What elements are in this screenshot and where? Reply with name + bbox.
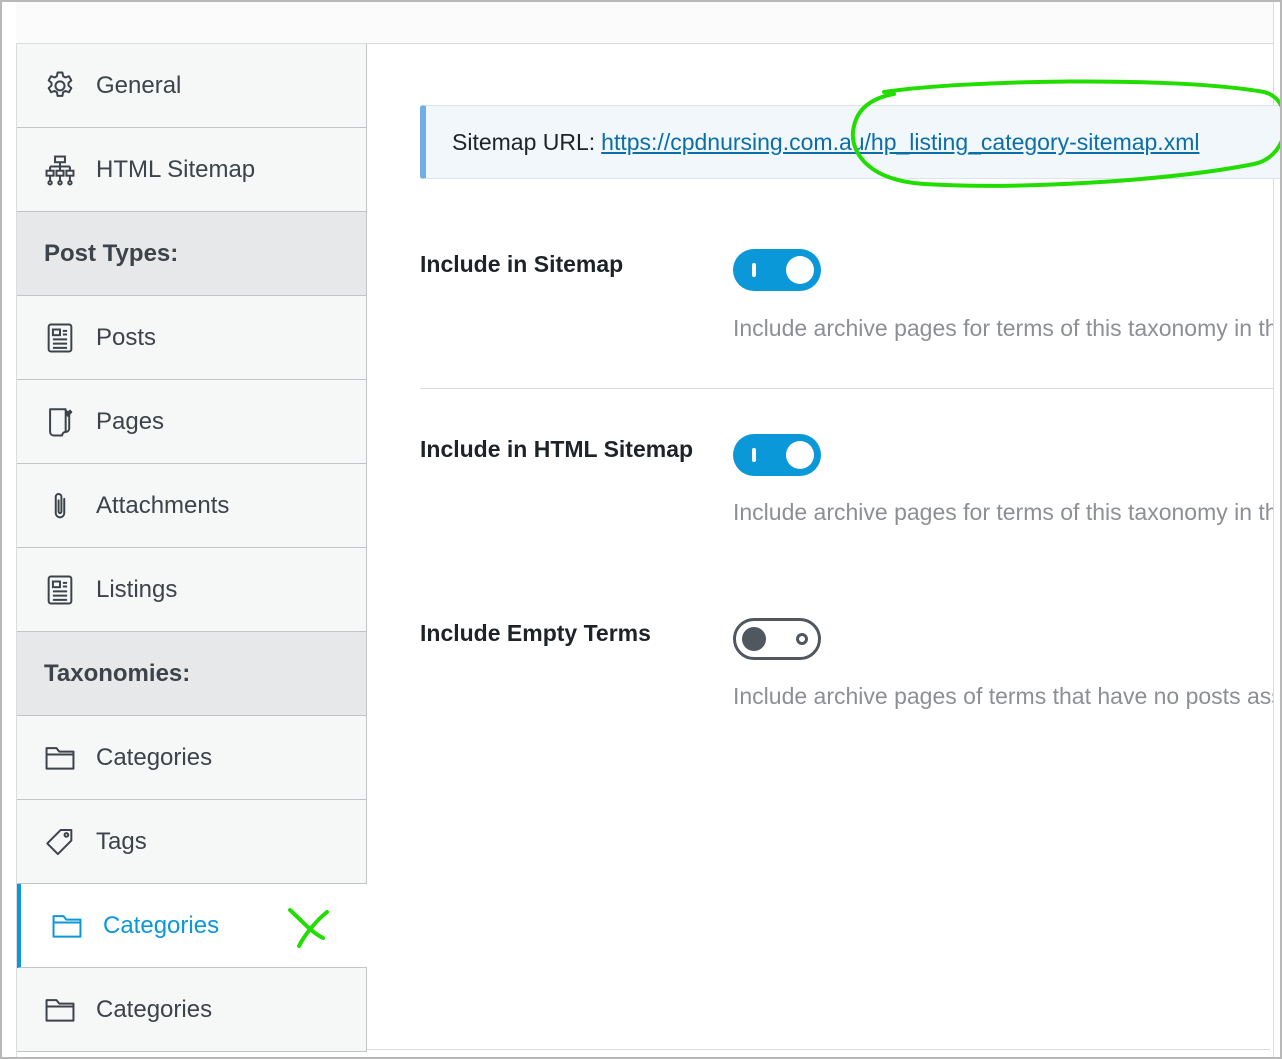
sitemap-url-link[interactable]: https://cpdnursing.com.au/hp_listing_cat… <box>601 129 1199 156</box>
toggle-knob <box>786 256 814 284</box>
sidebar-item-label: HTML Sitemap <box>96 155 256 183</box>
folder-icon <box>42 992 78 1028</box>
sidebar-item-pages[interactable]: Pages <box>17 380 366 464</box>
toggle-off-indicator <box>796 633 808 645</box>
include-empty-terms-toggle[interactable] <box>733 618 821 660</box>
post-types-heading: Post Types: <box>17 212 366 296</box>
gear-icon <box>42 68 78 104</box>
settings-window: General HTML Sitemap Post Types: Posts P… <box>0 0 1282 1059</box>
include-in-html-sitemap-label: Include in HTML Sitemap <box>420 436 694 462</box>
document-icon <box>42 320 78 356</box>
folder-icon <box>42 740 78 776</box>
toggle-on-indicator <box>752 448 756 462</box>
sidebar-item-label: Categories <box>96 743 213 771</box>
sidebar-item-label: Categories <box>103 911 220 939</box>
toggle-on-indicator <box>752 263 756 277</box>
include-empty-terms-description: Include archive pages of terms that have… <box>733 683 1273 709</box>
paperclip-icon <box>42 488 78 524</box>
include-empty-terms-label: Include Empty Terms <box>420 620 651 646</box>
include-in-sitemap-label: Include in Sitemap <box>420 251 624 277</box>
sitemap-url-notice: Sitemap URL: https://cpdnursing.com.au/h… <box>420 105 1280 179</box>
include-in-sitemap-description: Include archive pages for terms of this … <box>733 315 1273 341</box>
sidebar-item-tags[interactable]: Tags <box>17 800 366 884</box>
sidebar-item-attachments[interactable]: Attachments <box>17 464 366 548</box>
sidebar-item-label: Categories <box>96 995 213 1023</box>
page-icon <box>42 404 78 440</box>
sidebar-item-label: Posts <box>96 323 157 351</box>
sidebar-item-label: Tags <box>96 827 147 855</box>
section-heading: Post Types: <box>44 239 179 267</box>
sitemap-icon <box>42 152 78 188</box>
sidebar-item-general[interactable]: General <box>17 44 366 128</box>
tag-icon <box>42 824 78 860</box>
toggle-knob <box>786 441 814 469</box>
sidebar-item-label: Attachments <box>96 491 230 519</box>
include-in-sitemap-toggle[interactable] <box>733 249 821 291</box>
sitemap-url-label: Sitemap URL: <box>452 128 596 155</box>
annotation-mark-icon <box>288 908 329 948</box>
sidebar-item-label: General <box>96 71 182 99</box>
sidebar-item-categories-2[interactable]: Categories <box>17 968 366 1052</box>
include-in-html-sitemap-description: Include archive pages for terms of this … <box>733 499 1273 525</box>
sidebar-item-listings[interactable]: Listings <box>17 548 366 632</box>
include-in-html-sitemap-toggle[interactable] <box>733 434 821 476</box>
document-icon <box>42 572 78 608</box>
sidebar-item-html-sitemap[interactable]: HTML Sitemap <box>17 128 366 212</box>
sidebar-item-label: Pages <box>96 407 165 435</box>
sidebar-item-label: Listings <box>96 575 178 603</box>
top-bar <box>16 2 1274 44</box>
taxonomies-heading: Taxonomies: <box>17 632 366 716</box>
folder-icon <box>49 908 85 944</box>
divider <box>420 388 1273 389</box>
sidebar-item-categories-active[interactable]: Categories <box>17 884 367 968</box>
sidebar: General HTML Sitemap Post Types: Posts P… <box>17 44 367 1052</box>
toggle-knob <box>742 627 766 651</box>
sidebar-item-categories[interactable]: Categories <box>17 716 366 800</box>
sidebar-item-posts[interactable]: Posts <box>17 296 366 380</box>
section-heading: Taxonomies: <box>44 659 191 687</box>
